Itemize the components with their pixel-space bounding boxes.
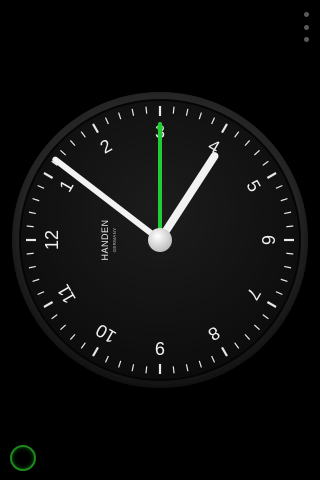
green-ring-icon[interactable] [10, 445, 36, 471]
analog-clock: 121234567891011 HANDEN GERMANY [12, 92, 308, 388]
minute-tick [172, 106, 175, 114]
minute-tick [26, 225, 34, 228]
minute-tick [286, 225, 294, 228]
hour-numeral-12: 12 [42, 230, 62, 250]
minute-tick [145, 106, 148, 114]
minute-tick [26, 252, 34, 255]
hour-numeral-9: 9 [155, 338, 165, 358]
minute-tick [286, 252, 294, 255]
brand-subtitle: GERMANY [112, 228, 117, 253]
minute-tick [172, 366, 175, 374]
second-hand-tip [157, 125, 163, 131]
minute-tick [145, 366, 148, 374]
center-hub [148, 228, 172, 252]
brand-name: HANDEN [100, 219, 110, 260]
hour-numeral-6: 6 [258, 235, 278, 245]
